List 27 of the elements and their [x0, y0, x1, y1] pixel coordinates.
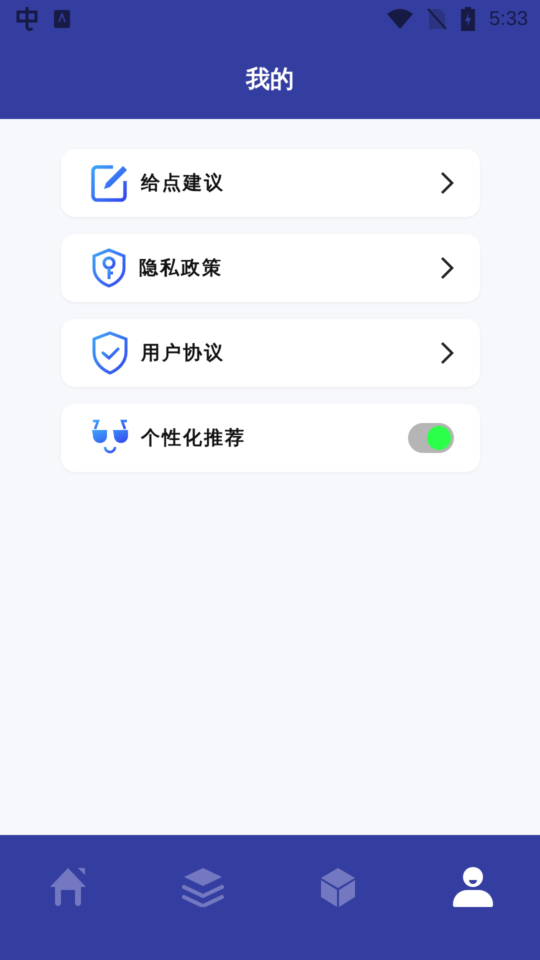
menu-item[interactable]: 用户协议 — [61, 319, 480, 387]
wifi-icon — [387, 9, 414, 29]
chevron-right-icon — [440, 256, 454, 280]
chevron-right-icon — [440, 341, 454, 365]
status-time: 5:33 — [489, 8, 528, 30]
nav-tab[interactable] — [452, 867, 494, 907]
home-icon — [48, 867, 88, 907]
cube-icon — [320, 867, 356, 907]
user-icon — [452, 867, 494, 907]
chevron-right-icon — [440, 171, 454, 195]
keyboard-notification-icon — [54, 10, 70, 28]
menu-label: 个性化推荐 — [141, 426, 247, 451]
edit-icon — [91, 164, 129, 202]
page-title: 我的 — [246, 64, 294, 94]
menu-item[interactable]: 隐私政策 — [61, 234, 480, 302]
layers-icon — [182, 867, 224, 907]
menu-label: 给点建议 — [141, 171, 226, 196]
shield-check-icon — [91, 331, 129, 375]
shield-key-icon — [91, 248, 127, 288]
menu-label: 隐私政策 — [139, 256, 224, 281]
battery-charging-icon — [461, 7, 476, 31]
menu-item[interactable]: 个性化推荐 — [61, 404, 480, 472]
no-sim-icon — [427, 8, 448, 30]
menu-item[interactable]: 给点建议 — [61, 149, 480, 217]
toggle-switch[interactable] — [408, 423, 454, 453]
menu-label: 用户协议 — [141, 341, 226, 366]
app-notification-icon — [14, 6, 40, 32]
